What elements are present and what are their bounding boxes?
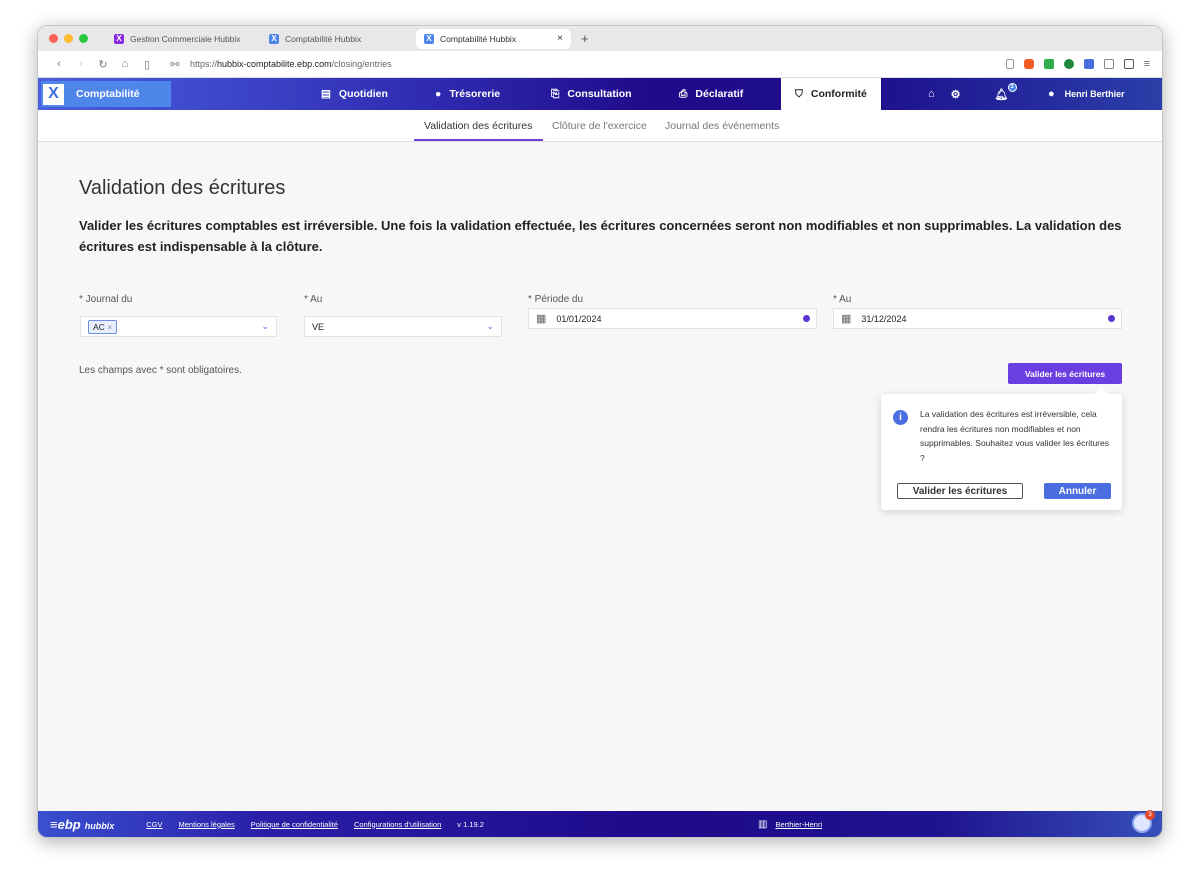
new-tab-icon[interactable]: + [581,31,589,46]
brave-shield-icon[interactable] [1023,59,1034,69]
extensions: ≡ [1005,58,1150,70]
reload-icon[interactable]: ↻ [92,58,114,71]
user-menu[interactable]: ● Henri Berthier [1048,88,1125,100]
info-icon: i [893,410,908,425]
chat-badge: 3 [1145,810,1155,820]
browser-window: X Gestion Commerciale Hubbix X Comptabilit… [37,25,1163,838]
remove-chip-icon[interactable]: × [107,322,112,332]
link-configurations[interactable]: Configurations d'utilisation [354,820,441,829]
address-bar: ‹ › ↻ ⌂ ▯ ⚯ https://hubbix-comptabilite.ebp.… [38,51,1162,78]
nav-tresorerie[interactable]: ● Trésorerie [435,78,500,110]
period-from-date[interactable]: ▦ 01/01/2024 [528,308,817,329]
tab-label: Comptabilité Hubbix [285,33,362,44]
subtab-validation[interactable]: Validation des écritures [424,120,532,132]
chevron-down-icon: ⌄ [261,321,269,331]
building-icon: ▥ [758,818,768,830]
app-brand[interactable]: X Comptabilité [41,81,171,107]
nav-consultation[interactable]: ⎘ Consultation [551,78,632,110]
close-tab-icon[interactable]: × [557,33,563,44]
version: v 1.19.2 [457,819,484,829]
gear-icon[interactable]: ⚙ [951,88,961,101]
confirm-validate-button[interactable]: Valider les écritures [897,483,1023,499]
journal-from-select[interactable]: AC × ⌄ [80,316,277,337]
journal-to-label: * Au [304,294,323,305]
site-settings-icon[interactable]: ⚯ [164,58,186,71]
footer: ≡ebp hubbix CGV Mentions légales Politiqu… [38,810,1162,837]
home-icon[interactable]: ⌂ [114,58,136,70]
link-cgv[interactable]: CGV [146,820,162,829]
tab-bar: X Gestion Commerciale Hubbix X Comptabilit… [38,26,1162,51]
journal-to-select[interactable]: VE ⌄ [304,316,502,337]
window-controls[interactable] [49,34,88,43]
nav-declaratif[interactable]: ⎙ Déclaratif [679,78,743,110]
company-link[interactable]: Berthier-Henri [775,820,822,829]
hubbix-icon: X [269,33,279,44]
page-intro: Valider les écritures comptables est irr… [79,218,1122,254]
chevron-down-icon: ⌄ [486,321,494,331]
piggy-bank-icon: ● [435,88,442,100]
declaration-icon: ⎙ [679,87,688,100]
browser-tab-compta[interactable]: X Comptabilité Hubbix [261,29,416,49]
journal-from-label: * Journal du [79,294,133,305]
period-to-date[interactable]: ▦ 31/12/2024 [833,308,1122,329]
extension-icon[interactable] [1043,59,1054,69]
share-icon[interactable] [1005,59,1014,69]
user-icon: ● [1048,88,1055,100]
bell-icon[interactable]: 🔔︎ 1 [995,82,1017,101]
chat-button[interactable]: 3 [1132,810,1155,833]
calendar-icon: ▦ [536,313,547,325]
browser-tab-gestion[interactable]: X Gestion Commerciale Hubbix [106,29,261,49]
link-confidentialite[interactable]: Politique de confidentialité [251,820,338,829]
shield-check-icon: ⛉ [795,87,803,100]
period-to-label: * Au [833,294,852,305]
puzzle-icon[interactable] [1103,59,1114,69]
required-note: Les champs avec * sont obligatoires. [79,365,242,376]
tab-label: Gestion Commerciale Hubbix [130,33,241,44]
link-mentions-legales[interactable]: Mentions légales [178,820,234,829]
browser-tab-active[interactable]: X Comptabilité Hubbix × [416,28,571,49]
hubbix-logo-icon: X [43,83,64,105]
nav-conformite[interactable]: ⛉ Conformité [781,78,881,110]
nav-actions: ⌂ ⚙ 🔔︎ 1 [928,78,1017,110]
sidebar-icon[interactable] [1123,59,1134,69]
brand-label: Comptabilité [76,88,140,100]
clear-icon[interactable] [803,315,810,322]
clear-icon[interactable] [1108,315,1115,322]
clipboard-search-icon: ⎘ [551,87,560,100]
extension-icon[interactable] [1063,59,1074,69]
page-title: Validation des écritures [79,177,286,199]
nav-quotidien[interactable]: ▤ Quotidien [321,78,388,110]
subtab-cloture[interactable]: Clôture de l'exercice [552,120,647,132]
bookmark-icon[interactable]: ▯ [136,58,158,71]
sub-nav: Validation des écritures Clôture de l'ex… [38,110,1162,142]
subtab-journal[interactable]: Journal des événements [665,120,779,132]
app-nav: X Comptabilité ▤ Quotidien ● Trésorerie ⎘ Co… [38,78,1162,110]
calendar-icon: ▦ [841,313,852,325]
selected-chip: AC × [88,319,118,334]
hubbix-icon: X [424,33,434,44]
forward-icon[interactable]: › [70,58,92,70]
hubbix-icon: X [114,33,124,44]
extension-icon[interactable] [1083,59,1094,69]
cancel-button[interactable]: Annuler [1044,483,1111,499]
popover-message: La validation des écritures est irrévers… [920,409,1109,463]
user-name: Henri Berthier [1064,89,1125,99]
menu-icon[interactable]: ≡ [1144,58,1150,70]
back-icon[interactable]: ‹ [48,58,70,70]
company-selector[interactable]: ▥ Berthier-Henri [758,819,838,830]
url-input[interactable]: https://hubbix-comptabilite.ebp.com/clos… [190,59,392,69]
validate-entries-button[interactable]: Valider les écritures [1008,363,1122,384]
ebp-hubbix-logo: ≡ebp hubbix [50,816,115,832]
period-from-label: * Période du [528,294,584,305]
active-tab-indicator [414,139,543,141]
notification-badge: 1 [1007,82,1017,92]
tab-label: Comptabilité Hubbix [440,33,517,44]
home-icon[interactable]: ⌂ [928,88,935,100]
confirm-popover: i La validation des écritures est irréve… [881,394,1122,510]
calendar-table-icon: ▤ [321,88,331,100]
